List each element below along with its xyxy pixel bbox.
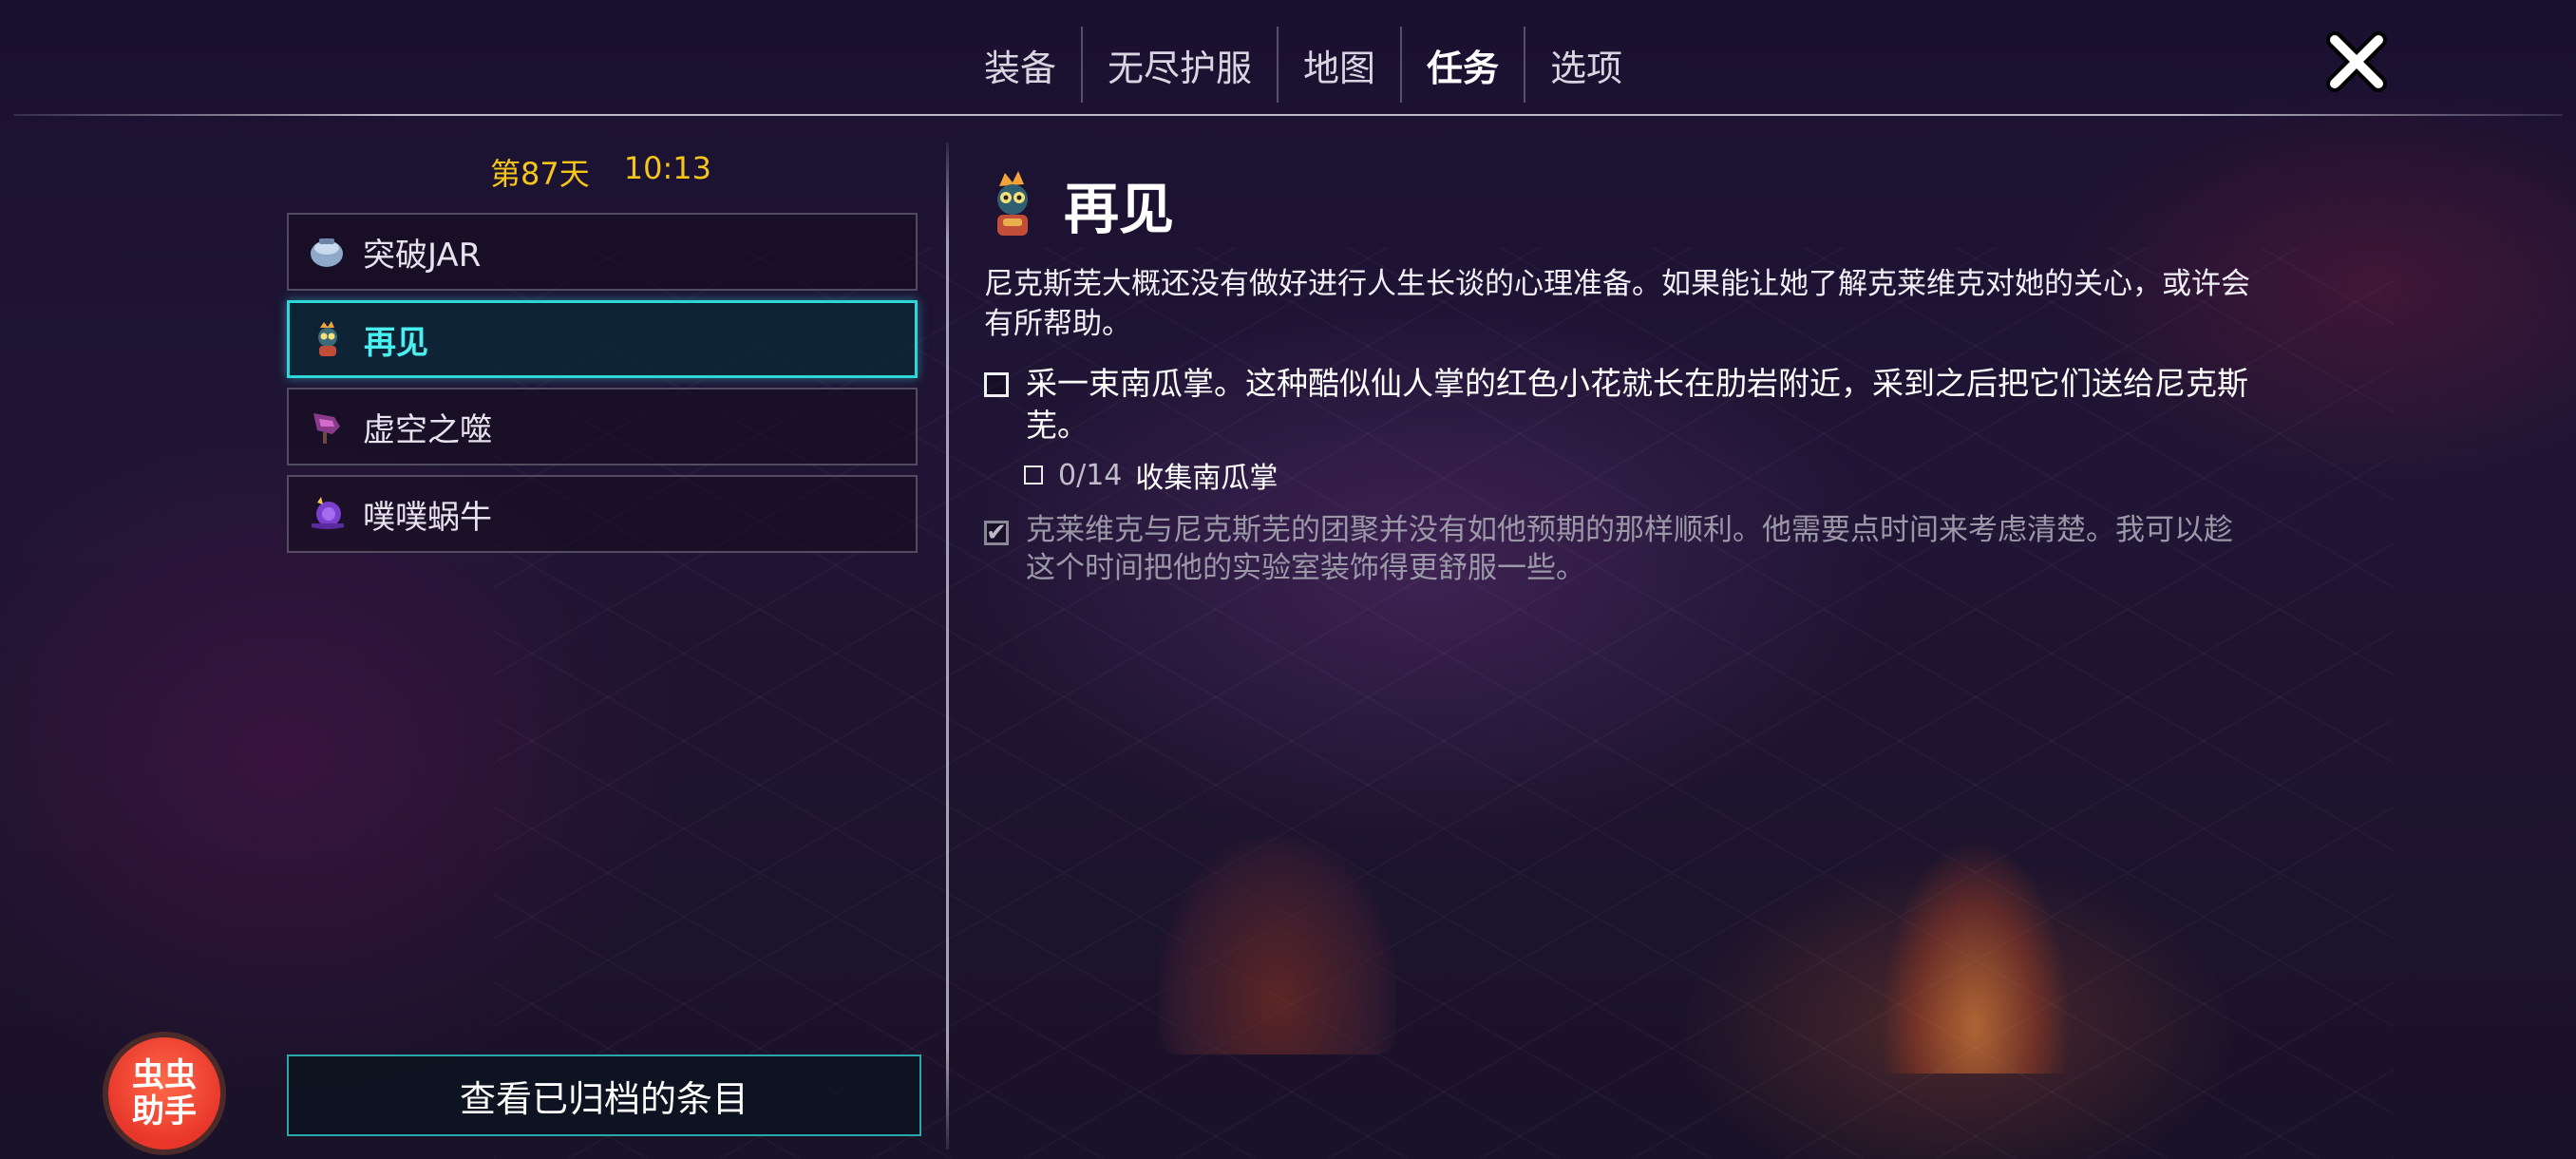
jar-icon [311, 238, 343, 267]
tab-map[interactable]: 地图 [1277, 27, 1400, 103]
character-portrait-icon [318, 321, 337, 356]
quest-detail-header: 再见 [984, 162, 2276, 247]
close-button[interactable] [2325, 30, 2388, 93]
snail-icon [312, 497, 344, 529]
quest-description: 尼克斯芜大概还没有做好进行人生长谈的心理准备。如果能让她了解克莱维克对她的关心，… [984, 267, 2250, 341]
tab-equipment[interactable]: 装备 [959, 27, 1081, 103]
subtask-label: 收集南瓜掌 [1135, 462, 1279, 495]
checkmark-icon: ✔ [986, 519, 1007, 547]
character-portrait-icon [997, 171, 1028, 236]
quest-label: 再见 [364, 323, 428, 362]
quest-item-goodbye[interactable]: 再见 [287, 300, 918, 378]
subtask-checkbox[interactable] [1024, 466, 1043, 484]
subtask-progress: 0/14 [1058, 458, 1123, 492]
tab-endless-suit[interactable]: 无尽护服 [1081, 27, 1277, 103]
helper-badge-label: 虫虫 助手 [132, 1056, 197, 1130]
quest-title: 再见 [1064, 177, 1175, 241]
quest-item-jar[interactable]: 突破JAR [287, 213, 918, 291]
subtask-item: 0/14 收集南瓜掌 [1024, 454, 2276, 496]
objective-text: 克莱维克与尼克斯芜的团聚并没有如他预期的那样顺利。他需要点时间来考虑清楚。我可以… [1026, 513, 2233, 585]
objective-text: 采一束南瓜掌。这种酷似仙人掌的红色小花就长在肋岩附近，采到之后把它们送给尼克斯芜… [1026, 365, 2248, 444]
quest-detail-panel: 再见 尼克斯芜大概还没有做好进行人生长谈的心理准备。如果能让她了解克莱维克对她的… [984, 162, 2276, 587]
objective-checkbox-checked[interactable]: ✔ [984, 521, 1009, 545]
objective-item-completed: ✔ 克莱维克与尼克斯芜的团聚并没有如他预期的那样顺利。他需要点时间来考虑清楚。我… [984, 511, 2276, 587]
day-counter: 第87天 [490, 156, 590, 192]
void-bite-icon [313, 413, 340, 444]
helper-app-badge[interactable]: 虫虫 助手 [103, 1032, 226, 1155]
top-navigation: 装备 无尽护服 地图 任务 选项 [0, 0, 2576, 114]
background-oven [1159, 836, 1396, 1054]
quest-item-void-bite[interactable]: 虚空之噬 [287, 388, 918, 466]
day-time-display: 第87天 10:13 [490, 150, 711, 194]
view-archived-button[interactable]: 查看已归档的条目 [287, 1054, 921, 1136]
close-x-icon [2326, 31, 2387, 92]
quest-label: 虚空之噬 [363, 410, 492, 449]
tab-options[interactable]: 选项 [1524, 27, 1647, 103]
panel-divider [946, 142, 949, 1150]
quest-item-snail[interactable]: 噗噗蜗牛 [287, 475, 918, 553]
quest-label: 噗噗蜗牛 [363, 498, 492, 537]
objective-checkbox[interactable] [984, 372, 1009, 397]
background-fire [1881, 836, 2071, 1074]
clock-time: 10:13 [623, 150, 711, 186]
quest-label: 突破JAR [363, 236, 482, 275]
tab-quests[interactable]: 任务 [1400, 27, 1524, 103]
nav-divider [13, 114, 2563, 116]
tab-bar: 装备 无尽护服 地图 任务 选项 [959, 27, 1647, 103]
objective-item: 采一束南瓜掌。这种酷似仙人掌的红色小花就长在肋岩附近，采到之后把它们送给尼克斯芜… [984, 363, 2276, 446]
quest-list: 突破JAR 再见 虚空之噬 噗噗蜗牛 [287, 213, 923, 562]
